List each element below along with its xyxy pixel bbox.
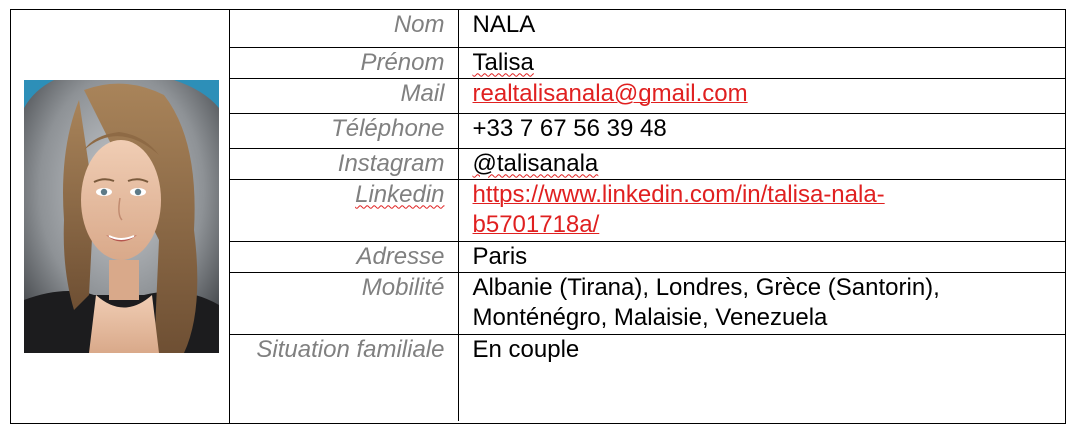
row-situation: Situation familiale En couple: [230, 334, 1066, 421]
row-instagram: Instagram @talisanala: [230, 148, 1066, 180]
photo-cell: [11, 10, 230, 423]
profile-card: Nom NALA Prénom Talisa Mail realtalisana…: [10, 9, 1066, 424]
value-mobilite-line1: Albanie (Tirana), Londres, Grèce (Santor…: [472, 273, 940, 301]
label-prenom: Prénom: [230, 47, 459, 79]
label-linkedin: Linkedin: [355, 180, 445, 208]
value-prenom: Talisa: [472, 48, 534, 76]
label-mail: Mail: [230, 78, 459, 114]
row-linkedin: Linkedin https://www.linkedin.com/in/tal…: [230, 179, 1067, 242]
value-adresse: Paris: [458, 241, 1066, 273]
row-adresse: Adresse Paris: [230, 241, 1066, 273]
label-telephone: Téléphone: [230, 113, 459, 149]
value-instagram: @talisanala: [472, 149, 599, 177]
row-mobilite: Mobilité Albanie (Tirana), Londres, Grèc…: [230, 272, 1066, 335]
row-telephone: Téléphone +33 7 67 56 39 48: [230, 113, 1066, 149]
label-nom: Nom: [230, 10, 459, 48]
profile-photo: [24, 80, 219, 353]
row-nom: Nom NALA: [230, 10, 1066, 48]
value-mobilite-line2: Monténégro, Malaisie, Venezuela: [472, 303, 828, 331]
label-instagram: Instagram: [230, 148, 459, 180]
linkedin-link-line2[interactable]: b5701718a/: [473, 211, 600, 238]
value-nom: NALA: [458, 10, 1066, 48]
label-situation: Situation familiale: [230, 334, 459, 421]
label-mobilite: Mobilité: [230, 272, 459, 335]
portrait-photo-icon: [24, 80, 219, 353]
value-situation: En couple: [472, 335, 580, 363]
email-link[interactable]: realtalisanala@gmail.com: [473, 80, 748, 107]
info-table: Nom NALA Prénom Talisa Mail realtalisana…: [230, 10, 1066, 421]
row-prenom: Prénom Talisa: [230, 47, 1066, 79]
linkedin-link-line1[interactable]: https://www.linkedin.com/in/talisa-nala-: [473, 181, 885, 208]
linkedin-link[interactable]: https://www.linkedin.com/in/talisa-nala-…: [473, 180, 1067, 240]
value-telephone: +33 7 67 56 39 48: [458, 113, 1066, 149]
label-adresse: Adresse: [230, 241, 459, 273]
row-mail: Mail realtalisanala@gmail.com: [230, 78, 1066, 114]
